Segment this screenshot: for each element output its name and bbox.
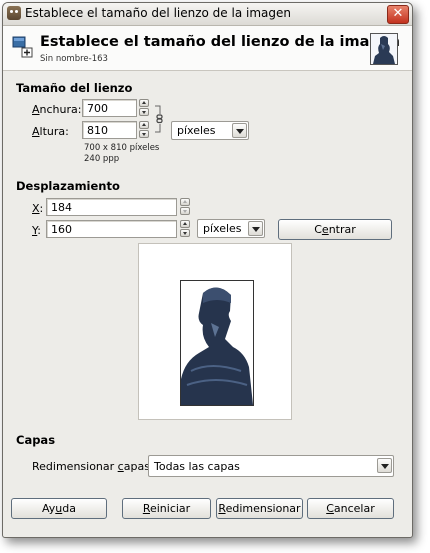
x-offset-label: X: — [32, 202, 43, 215]
chain-link-icon[interactable] — [154, 104, 164, 134]
width-label-mnemonic: A — [32, 103, 40, 116]
window-title: Establece el tamaño del lienzo de la ima… — [25, 6, 291, 20]
x-label-text: : — [39, 202, 44, 215]
help-text-b: da — [62, 502, 76, 515]
height-spin-button[interactable] — [139, 121, 149, 139]
gimp-app-icon — [7, 6, 21, 20]
chevron-down-icon — [377, 458, 392, 473]
width-input[interactable]: 700 — [82, 99, 137, 117]
help-button[interactable]: Ayuda — [11, 498, 107, 519]
resize-button[interactable]: Redimensionar — [216, 498, 303, 519]
resize-layers-value: Todas las capas — [154, 460, 240, 473]
height-label: Altura: — [32, 125, 69, 138]
height-label-text: ltura: — [39, 125, 69, 138]
width-label-text: nchura: — [39, 103, 82, 116]
height-input[interactable]: 810 — [82, 121, 137, 139]
resolution-info: 240 ppp — [84, 154, 120, 164]
reset-text: einiciar — [149, 502, 191, 515]
resize-layers-label: Redimensionar capas: — [32, 460, 154, 473]
layers-section-title: Capas — [16, 433, 56, 447]
header-title: Establece el tamaño del lienzo de la ima… — [40, 34, 400, 50]
y-offset-spin-button[interactable] — [180, 220, 190, 238]
resize-text: edimensionar — [225, 502, 301, 515]
x-label-mnemonic: X — [32, 202, 40, 215]
offset-unit-value: píxeles — [203, 222, 242, 235]
cancel-mnemonic: C — [326, 502, 334, 515]
width-spin-button[interactable] — [139, 99, 149, 117]
chevron-down-icon — [232, 123, 247, 138]
offset-preview-area — [138, 243, 292, 420]
center-button[interactable]: Centrar — [278, 219, 392, 240]
image-thumbnail — [370, 33, 398, 65]
offset-section-title: Desplazamiento — [16, 179, 120, 193]
center-button-mnemonic: e — [321, 223, 329, 236]
canvas-unit-select[interactable]: píxeles — [171, 121, 249, 140]
header-subtitle: Sin nombre-163 — [40, 54, 108, 64]
reset-mnemonic: R — [142, 502, 150, 515]
reset-button[interactable]: Reiniciar — [122, 498, 211, 519]
canvas-size-section-title: Tamaño del lienzo — [16, 81, 133, 95]
close-button[interactable]: ✕ — [387, 5, 409, 24]
preview-image[interactable] — [180, 280, 254, 406]
x-offset-input[interactable]: 184 — [46, 198, 177, 216]
y-offset-label: Y: — [32, 224, 41, 237]
x-offset-spin-button[interactable] — [180, 198, 190, 216]
resize-layers-label-a: Redimensionar — [32, 460, 118, 473]
help-text-a: Ay — [41, 502, 56, 515]
chevron-down-icon — [248, 221, 263, 236]
height-label-mnemonic: A — [32, 125, 40, 138]
title-bar[interactable]: Establece el tamaño del lienzo de la ima… — [3, 3, 412, 26]
y-label-text: : — [37, 224, 41, 237]
y-offset-input[interactable]: 160 — [46, 220, 177, 238]
width-label: Anchura: — [32, 103, 81, 116]
cancel-text: ancelar — [333, 502, 375, 515]
resize-mnemonic: R — [218, 502, 226, 515]
dialog-header: Establece el tamaño del lienzo de la ima… — [3, 26, 412, 71]
offset-unit-select[interactable]: píxeles — [197, 219, 265, 238]
cancel-button[interactable]: Cancelar — [307, 498, 394, 519]
resize-layers-select[interactable]: Todas las capas — [148, 455, 394, 477]
canvas-unit-value: píxeles — [177, 124, 216, 137]
canvas-size-icon — [12, 36, 33, 58]
dialog-window: Establece el tamaño del lienzo de la ima… — [2, 2, 413, 538]
size-info: 700 x 810 píxeles — [84, 143, 160, 153]
center-button-text-b: ntrar — [328, 223, 356, 236]
center-button-text-a: C — [314, 223, 322, 236]
